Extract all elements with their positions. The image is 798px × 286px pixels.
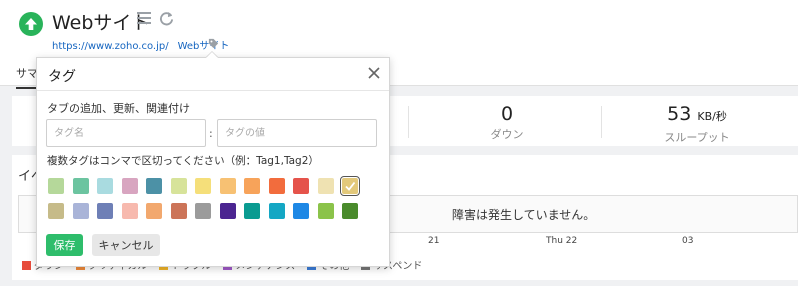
axis-tick: 03 xyxy=(682,236,694,246)
color-swatch[interactable] xyxy=(97,203,113,219)
color-swatch[interactable] xyxy=(268,203,285,219)
color-swatch[interactable] xyxy=(121,178,138,194)
tab-summary[interactable]: サマリー xyxy=(16,65,38,89)
color-swatch[interactable] xyxy=(121,203,138,219)
color-swatch[interactable] xyxy=(340,176,360,196)
events-heading: イベント xyxy=(18,169,36,184)
close-icon[interactable] xyxy=(367,66,381,80)
checkmark-icon xyxy=(345,181,356,191)
color-swatch[interactable] xyxy=(317,178,334,194)
monitor-url-link[interactable]: https://www.zoho.co.jp/ xyxy=(52,41,169,52)
save-button[interactable]: 保存 xyxy=(46,234,83,256)
color-swatch[interactable] xyxy=(244,178,260,194)
color-swatch[interactable] xyxy=(342,203,358,219)
axis-tick: Thu 22 xyxy=(546,236,578,246)
tag-popup: タグ タブの追加、更新、関連付け : 複数タグはコンマで区切ってください（例：T… xyxy=(36,57,390,267)
hamburger-icon[interactable] xyxy=(137,12,151,25)
color-swatch[interactable] xyxy=(244,203,260,219)
stat-down-value: 0 xyxy=(500,103,514,125)
color-swatch[interactable] xyxy=(48,203,64,219)
refresh-icon[interactable] xyxy=(159,11,174,26)
stat-divider xyxy=(601,106,602,138)
arrow-up-icon xyxy=(25,18,37,30)
stat-down-label: ダウン xyxy=(490,128,524,141)
cancel-button[interactable]: キャンセル xyxy=(92,234,160,256)
legend-swatch xyxy=(22,261,31,270)
input-separator: : xyxy=(209,127,213,140)
color-swatch[interactable] xyxy=(48,178,64,194)
stat-throughput-label: スループット xyxy=(664,131,730,144)
color-swatch[interactable] xyxy=(146,178,162,194)
color-swatch[interactable] xyxy=(97,178,113,194)
color-swatch[interactable] xyxy=(195,178,211,194)
popup-hint: 複数タグはコンマで区切ってください（例：Tag1,Tag2） xyxy=(47,155,319,167)
popup-pointer-inner xyxy=(206,52,218,58)
color-swatch[interactable] xyxy=(219,203,236,219)
stat-divider xyxy=(408,106,409,138)
popup-divider xyxy=(37,90,389,91)
color-swatch[interactable] xyxy=(146,203,162,219)
color-swatch[interactable] xyxy=(317,203,334,219)
popup-subtitle: タブの追加、更新、関連付け xyxy=(47,102,190,115)
no-outage-message: 障害は発生していません。 xyxy=(452,208,596,222)
tag-icon[interactable] xyxy=(208,38,219,49)
stat-down: 0 ダウン xyxy=(452,104,562,142)
color-swatch[interactable] xyxy=(195,203,211,219)
status-up-indicator xyxy=(19,12,43,36)
color-swatch[interactable] xyxy=(170,178,187,194)
monitor-type-link[interactable]: Webサイト xyxy=(178,41,230,52)
color-swatch[interactable] xyxy=(72,203,89,219)
tag-name-input[interactable] xyxy=(46,119,206,147)
monitor-header: Webサイト https://www.zoho.co.jp/Webサイト xyxy=(0,0,798,60)
axis-tick: 21 xyxy=(428,236,440,246)
stat-throughput-value: 53 KB/秒 xyxy=(667,103,727,125)
color-swatch[interactable] xyxy=(72,178,89,194)
monitor-title: Webサイト xyxy=(52,12,151,34)
stat-throughput: 53 KB/秒 スループット xyxy=(637,104,757,145)
color-swatch[interactable] xyxy=(293,178,309,194)
color-swatch[interactable] xyxy=(170,203,187,219)
popup-title: タグ xyxy=(48,69,76,85)
color-swatch[interactable] xyxy=(268,178,285,194)
color-swatch[interactable] xyxy=(293,203,309,219)
tag-value-input[interactable] xyxy=(217,119,377,147)
color-swatch[interactable] xyxy=(219,178,236,194)
